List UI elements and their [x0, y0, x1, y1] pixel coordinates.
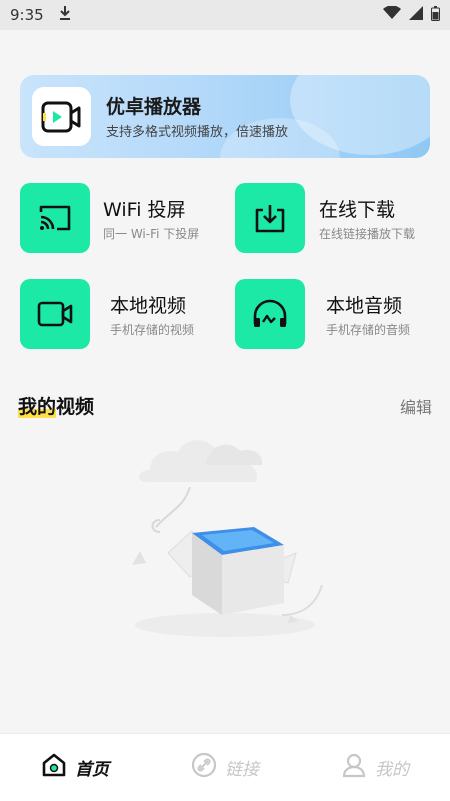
feature-subtitle: 手机存储的音频 [326, 323, 411, 337]
download-icon [235, 183, 305, 253]
bottom-navigation: 首页 链接 我的 [0, 733, 450, 801]
banner-title: 优卓播放器 [106, 96, 202, 118]
profile-icon [341, 752, 367, 783]
feature-online-download[interactable]: 在线下载 在线链接播放下载 [235, 183, 440, 263]
wifi-signal-icon [383, 5, 401, 24]
feature-wifi-cast[interactable]: WiFi 投屏 同一 Wi-Fi 下投屏 [20, 183, 225, 263]
video-camera-icon [20, 279, 90, 349]
status-time: 9:35 [10, 6, 44, 24]
my-videos-title-rest: 视频 [56, 396, 95, 418]
feature-title: 本地视频 [110, 295, 187, 317]
cast-icon [20, 183, 90, 253]
home-icon [41, 752, 67, 783]
feature-subtitle: 手机存储的视频 [110, 323, 195, 337]
feature-title: 在线下载 [319, 199, 396, 221]
edit-button[interactable]: 编辑 [400, 394, 432, 418]
feature-title: 本地音频 [326, 295, 403, 317]
cell-signal-icon [409, 6, 423, 24]
banner-subtitle: 支持多格式视频播放，倍速播放 [106, 125, 289, 140]
nav-profile[interactable]: 我的 [300, 734, 450, 801]
link-icon [191, 752, 217, 783]
feature-subtitle: 在线链接播放下载 [319, 227, 416, 241]
app-banner[interactable]: 优卓播放器 支持多格式视频播放，倍速播放 [20, 75, 430, 158]
nav-profile-label: 我的 [375, 760, 409, 780]
feature-local-audio[interactable]: 本地音频 手机存储的音频 [235, 279, 440, 359]
my-videos-title-highlight: 我的 [18, 396, 57, 418]
download-status-icon [58, 5, 72, 25]
nav-home[interactable]: 首页 [0, 734, 150, 801]
status-bar: 9:35 [0, 0, 450, 30]
nav-link-label: 链接 [225, 760, 259, 780]
feature-subtitle: 同一 Wi-Fi 下投屏 [103, 227, 200, 241]
headphones-icon [235, 279, 305, 349]
player-logo-icon [32, 87, 91, 146]
nav-link[interactable]: 链接 [150, 734, 300, 801]
battery-icon [431, 5, 440, 25]
feature-title: WiFi 投屏 [103, 199, 186, 221]
nav-home-label: 首页 [75, 760, 109, 780]
feature-local-video[interactable]: 本地视频 手机存储的视频 [20, 279, 225, 359]
my-videos-title: 我的视频 [18, 392, 94, 419]
empty-box-illustration [110, 425, 340, 645]
